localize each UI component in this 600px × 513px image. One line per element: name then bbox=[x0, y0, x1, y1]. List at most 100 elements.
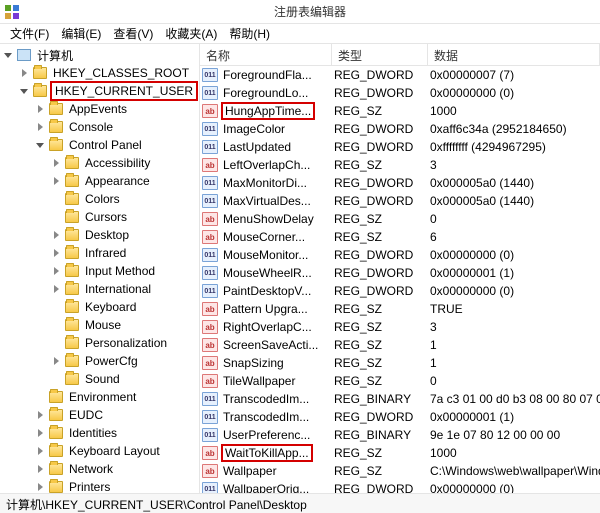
chevron-right-icon[interactable] bbox=[50, 229, 62, 241]
tree-node[interactable]: Accessibility bbox=[0, 154, 199, 172]
chevron-right-icon[interactable] bbox=[34, 103, 46, 115]
value-row[interactable]: WaitToKillApp...REG_SZ1000 bbox=[200, 444, 600, 462]
chevron-down-icon[interactable] bbox=[34, 139, 46, 151]
tree-label: Keyboard bbox=[82, 299, 139, 315]
tree-node[interactable]: EUDC bbox=[0, 406, 199, 424]
tree-node[interactable]: Environment bbox=[0, 388, 199, 406]
tree-node[interactable]: PowerCfg bbox=[0, 352, 199, 370]
tree-node[interactable]: Appearance bbox=[0, 172, 199, 190]
value-row[interactable]: WallpaperREG_SZC:\Windows\web\wallpaper\… bbox=[200, 462, 600, 480]
value-row[interactable]: TileWallpaperREG_SZ0 bbox=[200, 372, 600, 390]
chevron-right-icon[interactable] bbox=[50, 355, 62, 367]
value-data: 0xaff6c34a (2952184650) bbox=[428, 122, 600, 136]
tree-node[interactable]: Mouse bbox=[0, 316, 199, 334]
chevron-down-icon[interactable] bbox=[2, 49, 14, 61]
tree-node[interactable]: HKEY_CLASSES_ROOT bbox=[0, 64, 199, 82]
value-name-cell: Wallpaper bbox=[200, 464, 332, 478]
tree-node[interactable]: Keyboard Layout bbox=[0, 442, 199, 460]
folder-icon bbox=[49, 121, 63, 133]
value-row[interactable]: MouseMonitor...REG_DWORD0x00000000 (0) bbox=[200, 246, 600, 264]
value-row[interactable]: RightOverlapC...REG_SZ3 bbox=[200, 318, 600, 336]
value-row[interactable]: PaintDesktopV...REG_DWORD0x00000000 (0) bbox=[200, 282, 600, 300]
tree-node[interactable]: Cursors bbox=[0, 208, 199, 226]
value-data: 7a c3 01 00 d0 b3 08 00 80 07 00 00 b0 bbox=[428, 392, 600, 406]
menu-item[interactable]: 文件(F) bbox=[4, 23, 55, 44]
tree-pane[interactable]: 计算机HKEY_CLASSES_ROOTHKEY_CURRENT_USERApp… bbox=[0, 44, 200, 493]
value-row[interactable]: UserPreferenc...REG_BINARY9e 1e 07 80 12… bbox=[200, 426, 600, 444]
tree-node[interactable]: Input Method bbox=[0, 262, 199, 280]
value-row[interactable]: MaxMonitorDi...REG_DWORD0x000005a0 (1440… bbox=[200, 174, 600, 192]
value-row[interactable]: LastUpdatedREG_DWORD0xffffffff (42949672… bbox=[200, 138, 600, 156]
menu-item[interactable]: 帮助(H) bbox=[223, 23, 276, 44]
chevron-right-icon[interactable] bbox=[34, 481, 46, 493]
value-name-cell: MenuShowDelay bbox=[200, 212, 332, 226]
menu-item[interactable]: 查看(V) bbox=[107, 23, 159, 44]
folder-icon bbox=[65, 211, 79, 223]
tree-label: International bbox=[82, 281, 154, 297]
tree-node[interactable]: Personalization bbox=[0, 334, 199, 352]
value-data: 0x00000000 (0) bbox=[428, 248, 600, 262]
chevron-right-icon[interactable] bbox=[18, 67, 30, 79]
tree-node[interactable]: Keyboard bbox=[0, 298, 199, 316]
folder-icon bbox=[33, 67, 47, 79]
chevron-right-icon[interactable] bbox=[50, 175, 62, 187]
chevron-down-icon[interactable] bbox=[18, 85, 30, 97]
tree-label: Personalization bbox=[82, 335, 170, 351]
chevron-right-icon[interactable] bbox=[34, 121, 46, 133]
column-data[interactable]: 数据 bbox=[428, 44, 600, 65]
tree-node[interactable]: Network bbox=[0, 460, 199, 478]
binary-value-icon bbox=[202, 140, 218, 154]
list-pane: 名称 类型 数据 ForegroundFla...REG_DWORD0x0000… bbox=[200, 44, 600, 493]
tree-node[interactable]: Colors bbox=[0, 190, 199, 208]
value-row[interactable]: WallpaperOrig...REG_DWORD0x00000000 (0) bbox=[200, 480, 600, 493]
tree-node[interactable]: Identities bbox=[0, 424, 199, 442]
value-row[interactable]: HungAppTime...REG_SZ1000 bbox=[200, 102, 600, 120]
value-row[interactable]: MouseCorner...REG_SZ6 bbox=[200, 228, 600, 246]
value-type: REG_SZ bbox=[332, 356, 428, 370]
chevron-right-icon[interactable] bbox=[50, 157, 62, 169]
value-name-cell: TileWallpaper bbox=[200, 374, 332, 388]
tree-node[interactable]: Infrared bbox=[0, 244, 199, 262]
column-name[interactable]: 名称 bbox=[200, 44, 332, 65]
tree-node[interactable]: 计算机 bbox=[0, 46, 199, 64]
chevron-right-icon[interactable] bbox=[34, 445, 46, 457]
menu-item[interactable]: 收藏夹(A) bbox=[159, 23, 223, 44]
tree-node[interactable]: Control Panel bbox=[0, 136, 199, 154]
folder-icon bbox=[65, 355, 79, 367]
column-type[interactable]: 类型 bbox=[332, 44, 428, 65]
value-row[interactable]: MaxVirtualDes...REG_DWORD0x000005a0 (144… bbox=[200, 192, 600, 210]
value-data: 0x00000000 (0) bbox=[428, 482, 600, 493]
tree-node[interactable]: Printers bbox=[0, 478, 199, 493]
tree-node[interactable]: AppEvents bbox=[0, 100, 199, 118]
chevron-right-icon[interactable] bbox=[50, 283, 62, 295]
value-row[interactable]: MenuShowDelayREG_SZ0 bbox=[200, 210, 600, 228]
list-rows[interactable]: ForegroundFla...REG_DWORD0x00000007 (7)F… bbox=[200, 66, 600, 493]
tree-node[interactable]: International bbox=[0, 280, 199, 298]
expander-none bbox=[50, 319, 62, 331]
string-value-icon bbox=[202, 230, 218, 244]
tree-node[interactable]: Sound bbox=[0, 370, 199, 388]
value-row[interactable]: Pattern Upgra...REG_SZTRUE bbox=[200, 300, 600, 318]
value-row[interactable]: ForegroundLo...REG_DWORD0x00000000 (0) bbox=[200, 84, 600, 102]
value-row[interactable]: SnapSizingREG_SZ1 bbox=[200, 354, 600, 372]
menu-item[interactable]: 编辑(E) bbox=[55, 23, 107, 44]
value-row[interactable]: ScreenSaveActi...REG_SZ1 bbox=[200, 336, 600, 354]
chevron-right-icon[interactable] bbox=[34, 427, 46, 439]
tree-node[interactable]: Console bbox=[0, 118, 199, 136]
value-row[interactable]: TranscodedIm...REG_BINARY7a c3 01 00 d0 … bbox=[200, 390, 600, 408]
value-row[interactable]: ImageColorREG_DWORD0xaff6c34a (295218465… bbox=[200, 120, 600, 138]
tree-node[interactable]: Desktop bbox=[0, 226, 199, 244]
chevron-right-icon[interactable] bbox=[34, 409, 46, 421]
tree-node[interactable]: HKEY_CURRENT_USER bbox=[0, 82, 199, 100]
string-value-icon bbox=[202, 374, 218, 388]
value-name-cell: MouseWheelR... bbox=[200, 266, 332, 280]
chevron-right-icon[interactable] bbox=[34, 463, 46, 475]
value-data: 0x00000000 (0) bbox=[428, 284, 600, 298]
value-row[interactable]: LeftOverlapCh...REG_SZ3 bbox=[200, 156, 600, 174]
value-row[interactable]: TranscodedIm...REG_DWORD0x00000001 (1) bbox=[200, 408, 600, 426]
chevron-right-icon[interactable] bbox=[50, 265, 62, 277]
folder-icon bbox=[65, 373, 79, 385]
value-row[interactable]: MouseWheelR...REG_DWORD0x00000001 (1) bbox=[200, 264, 600, 282]
value-row[interactable]: ForegroundFla...REG_DWORD0x00000007 (7) bbox=[200, 66, 600, 84]
chevron-right-icon[interactable] bbox=[50, 247, 62, 259]
